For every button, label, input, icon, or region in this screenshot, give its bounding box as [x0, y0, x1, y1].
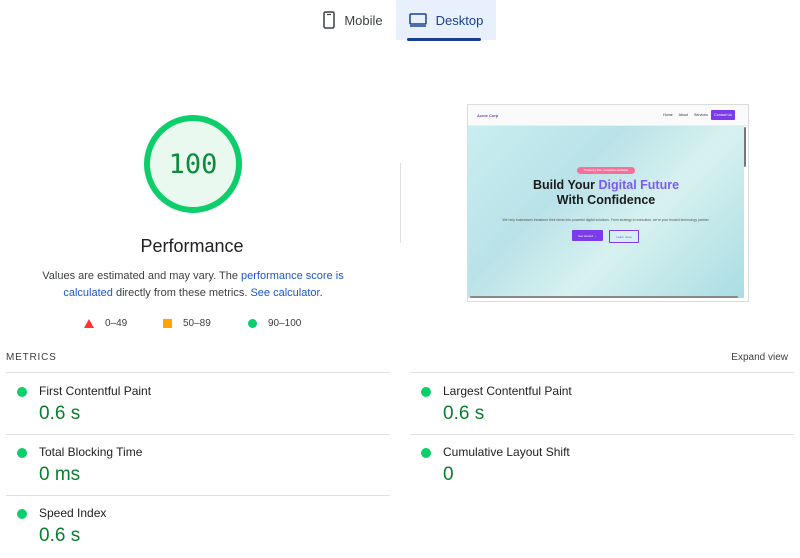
metric-value: 0.6 s	[443, 403, 485, 424]
score-legend: 0–49 50–89 90–100	[80, 318, 340, 334]
legend-fail-label: 0–49	[105, 318, 128, 329]
desc-text-2: directly from these metrics.	[112, 286, 251, 299]
screenshot-hero: Trusted by 500+ companies worldwide Buil…	[468, 126, 744, 298]
screenshot-headline: Build Your Digital Future With Confidenc…	[468, 178, 744, 208]
expand-view-toggle[interactable]: Expand view	[731, 352, 788, 363]
performance-score: 100	[168, 148, 218, 180]
desc-text-3: .	[319, 286, 323, 299]
metrics-header: METRICS	[6, 352, 57, 363]
metric-label: Largest Contentful Paint	[443, 384, 572, 398]
divider	[400, 163, 401, 243]
metric-value: 0.6 s	[39, 525, 81, 546]
metric-speed-index: Speed Index 0.6 s	[6, 495, 366, 553]
legend-pass: 90–100	[248, 318, 301, 329]
screenshot-learn-more-button: Learn more	[609, 230, 639, 243]
screenshot-nav-about: About	[678, 113, 688, 117]
circle-icon	[248, 319, 257, 328]
pass-circle-icon	[17, 509, 27, 519]
headline-accent: Digital Future	[598, 178, 680, 192]
desc-text-1: Values are estimated and may vary. The	[42, 270, 241, 282]
tab-desktop-label: Desktop	[435, 12, 484, 28]
metric-label: Total Blocking Time	[39, 445, 143, 459]
metric-label: First Contentful Paint	[39, 384, 152, 398]
triangle-icon	[84, 319, 94, 328]
headline-part1: Build Your	[532, 178, 599, 192]
square-icon	[163, 319, 172, 328]
tab-mobile-label: Mobile	[344, 12, 383, 28]
pass-circle-icon	[17, 448, 27, 458]
metric-first-contentful-paint: First Contentful Paint 0.6 s	[6, 373, 366, 431]
screenshot-scrollbar	[744, 127, 746, 167]
headline-part2: With Confidence	[556, 193, 656, 207]
performance-gauge: 100	[142, 113, 244, 215]
screenshot-nav-links: Home About Services	[663, 113, 714, 117]
metric-largest-contentful-paint: Largest Contentful Paint 0.6 s	[410, 373, 770, 431]
screenshot-badge: Trusted by 500+ companies worldwide	[577, 167, 635, 174]
legend-pass-label: 90–100	[268, 318, 302, 329]
performance-description: Values are estimated and may vary. The p…	[34, 268, 352, 301]
legend-fail: 0–49	[84, 318, 127, 329]
see-calculator-link[interactable]: See calculator	[250, 287, 319, 299]
active-tab-indicator	[407, 38, 481, 41]
metric-value: 0	[443, 464, 454, 485]
metric-label: Cumulative Layout Shift	[443, 445, 570, 459]
metric-value: 0.6 s	[39, 403, 81, 424]
screenshot-nav-services: Services	[694, 113, 708, 117]
screenshot-subtext: We help businesses transform their ideas…	[502, 218, 710, 222]
metric-cumulative-layout-shift: Cumulative Layout Shift 0	[410, 434, 770, 492]
tab-mobile[interactable]: Mobile	[312, 0, 394, 40]
metric-total-blocking-time: Total Blocking Time 0 ms	[6, 434, 366, 492]
metric-value: 0 ms	[39, 464, 81, 485]
screenshot-navbar: Acme Corp Home About Services Contact Us	[468, 105, 748, 126]
metric-label: Speed Index	[39, 506, 107, 520]
device-tabs: Mobile Desktop	[0, 0, 800, 42]
pass-circle-icon	[421, 387, 431, 397]
legend-average: 50–89	[163, 318, 211, 329]
screenshot-hscrollbar	[470, 296, 738, 298]
screenshot-logo: Acme Corp	[477, 113, 499, 118]
page-screenshot: Acme Corp Home About Services Contact Us T…	[467, 104, 749, 302]
phone-icon	[323, 11, 336, 29]
screenshot-nav-home: Home	[663, 113, 673, 117]
screenshot-contact-button: Contact Us	[711, 110, 735, 120]
pass-circle-icon	[421, 448, 431, 458]
performance-title: Performance	[140, 236, 244, 256]
monitor-icon	[408, 13, 427, 27]
tab-desktop[interactable]: Desktop	[396, 0, 496, 40]
pass-circle-icon	[17, 387, 27, 397]
screenshot-get-started-button: Get started →	[572, 230, 603, 241]
legend-average-label: 50–89	[183, 318, 211, 329]
